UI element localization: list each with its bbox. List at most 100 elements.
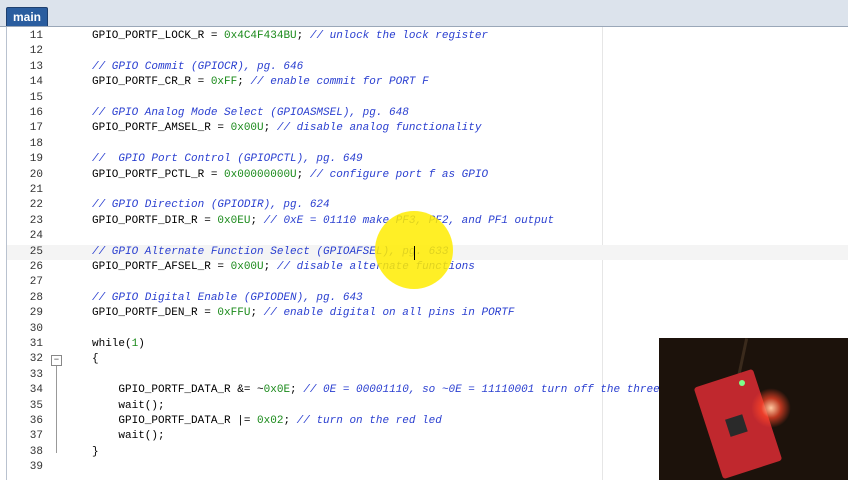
code-line[interactable]: 12: [7, 44, 848, 59]
line-number: 26: [29, 261, 43, 273]
code-line[interactable]: 15: [7, 91, 848, 106]
code-text: GPIO_PORTF_DATA_R |= 0x02; // turn on th…: [92, 414, 442, 429]
code-text: GPIO_PORTF_AMSEL_R = 0x00U; // disable a…: [92, 121, 481, 136]
line-number: 23: [29, 214, 43, 227]
code-token: GPIO_PORTF_AFSEL_R =: [92, 261, 231, 273]
line-number: 11: [29, 30, 43, 42]
code-number: 0x00U: [230, 122, 264, 135]
code-line[interactable]: 22 // GPIO Direction (GPIODIR), pg. 624: [7, 198, 848, 213]
code-text: while(1): [92, 337, 145, 352]
code-comment: // GPIO Commit (GPIOCR), pg. 646: [92, 60, 304, 73]
code-line[interactable]: 14 GPIO_PORTF_CR_R = 0xFF; // enable comm…: [7, 75, 848, 90]
code-line[interactable]: 11 GPIO_PORTF_LOCK_R = 0x4C4F434BU; // un…: [7, 29, 848, 44]
code-number: 0x02: [257, 415, 284, 427]
line-number: 19: [29, 153, 43, 166]
code-text: GPIO_PORTF_DEN_R = 0xFFU; // enable digi…: [92, 306, 514, 321]
line-number: 27: [29, 276, 43, 289]
code-token: GPIO_PORTF_CR_R =: [92, 76, 211, 89]
line-number: 13: [29, 60, 43, 73]
code-token: {: [92, 353, 99, 366]
code-line[interactable]: 30: [7, 322, 848, 337]
code-text: GPIO_PORTF_PCTL_R = 0x00000000U; // conf…: [92, 168, 488, 183]
code-line[interactable]: 13 // GPIO Commit (GPIOCR), pg. 646: [7, 60, 848, 75]
code-comment: // GPIO Direction (GPIODIR), pg. 624: [92, 199, 330, 212]
line-number: 38: [29, 445, 43, 458]
code-comment: // configure port f as GPIO: [309, 168, 489, 181]
fold-guide-line: [56, 366, 57, 453]
code-line[interactable]: 20 GPIO_PORTF_PCTL_R = 0x00000000U; // co…: [7, 168, 848, 183]
code-line[interactable]: 21: [7, 183, 848, 198]
code-line[interactable]: 16 // GPIO Analog Mode Select (GPIOASMSEL…: [7, 106, 848, 121]
line-number: 29: [29, 307, 43, 320]
code-comment: // unlock the lock register: [309, 30, 489, 42]
code-token: GPIO_PORTF_AMSEL_R =: [92, 122, 231, 135]
code-token: ;: [296, 168, 310, 181]
code-token: while(: [92, 338, 132, 350]
line-number: 14: [29, 76, 43, 89]
line-number: 21: [29, 184, 43, 196]
code-token: ;: [250, 214, 264, 227]
webcam-overlay: [659, 338, 848, 480]
code-comment: // turn on the red led: [296, 415, 442, 427]
tab-bar: main: [0, 0, 848, 27]
line-number: 39: [29, 461, 43, 474]
code-text: // GPIO Analog Mode Select (GPIOASMSEL),…: [92, 106, 409, 121]
code-text: GPIO_PORTF_LOCK_R = 0x4C4F434BU; // unlo…: [92, 29, 488, 44]
code-token: GPIO_PORTF_DATA_R &= ~: [92, 384, 264, 397]
line-number: 18: [29, 137, 43, 150]
code-comment: // enable commit for PORT F: [250, 76, 429, 89]
line-number: 30: [29, 322, 43, 335]
code-number: 0x00U: [230, 261, 264, 273]
code-text: GPIO_PORTF_DATA_R &= ~0x0E; // 0E = 0000…: [92, 383, 660, 398]
code-text: {: [92, 352, 99, 367]
line-number: 31: [29, 338, 43, 350]
code-number: 0x00000000U: [224, 168, 297, 181]
code-number: 0x0E: [263, 384, 291, 397]
code-number: 0xFF: [210, 76, 238, 89]
code-line[interactable]: 18: [7, 137, 848, 152]
line-number: 25: [29, 245, 43, 258]
line-number: 16: [29, 107, 43, 119]
line-number: 28: [29, 291, 43, 304]
code-text: GPIO_PORTF_CR_R = 0xFF; // enable commit…: [92, 75, 429, 90]
code-line[interactable]: 19 // GPIO Port Control (GPIOPCTL), pg. 6…: [7, 152, 848, 167]
code-line[interactable]: 28 // GPIO Digital Enable (GPIODEN), pg. …: [7, 291, 848, 306]
code-number: 0xFFU: [217, 307, 251, 320]
code-token: }: [92, 445, 99, 458]
code-token: GPIO_PORTF_LOCK_R =: [92, 30, 225, 42]
code-number: 0x4C4F434BU: [224, 30, 297, 42]
code-token: ;: [263, 122, 277, 135]
code-token: ;: [296, 30, 310, 42]
line-number: 33: [29, 368, 43, 381]
line-number: 34: [29, 384, 43, 397]
code-token: ;: [283, 415, 297, 427]
tab-main[interactable]: main: [6, 7, 49, 26]
line-number: 15: [29, 91, 43, 104]
code-comment: // 0E = 00001110, so ~0E = 11110001 turn…: [303, 384, 660, 397]
code-token: ;: [263, 261, 277, 273]
code-comment: // enable digital on all pins in PORTF: [263, 307, 515, 320]
code-number: 0x0EU: [217, 214, 251, 227]
code-comment: // GPIO Digital Enable (GPIODEN), pg. 64…: [92, 291, 363, 304]
code-token: ;: [250, 307, 264, 320]
code-token: GPIO_PORTF_DATA_R |=: [92, 415, 258, 427]
code-token: GPIO_PORTF_DEN_R =: [92, 307, 218, 320]
code-line[interactable]: 17 GPIO_PORTF_AMSEL_R = 0x00U; // disable…: [7, 121, 848, 136]
code-line[interactable]: 29 GPIO_PORTF_DEN_R = 0xFFU; // enable di…: [7, 306, 848, 321]
line-number: 22: [29, 199, 43, 212]
code-text: }: [92, 445, 99, 460]
line-number: 32: [29, 353, 43, 366]
code-text: wait();: [92, 399, 164, 414]
code-comment: // GPIO Port Control (GPIOPCTL), pg. 649: [92, 153, 363, 166]
code-text: // GPIO Port Control (GPIOPCTL), pg. 649: [92, 152, 363, 167]
text-cursor: [414, 246, 415, 260]
line-number: 20: [29, 168, 43, 181]
fold-collapse-icon[interactable]: −: [51, 355, 62, 367]
microcontroller-chip: [725, 414, 748, 437]
code-token: ): [138, 338, 145, 350]
line-number: 24: [29, 230, 43, 243]
line-number: 17: [29, 122, 43, 135]
green-led-icon: [739, 380, 745, 386]
code-text: wait();: [92, 429, 164, 444]
red-led-glow-icon: [751, 388, 791, 428]
